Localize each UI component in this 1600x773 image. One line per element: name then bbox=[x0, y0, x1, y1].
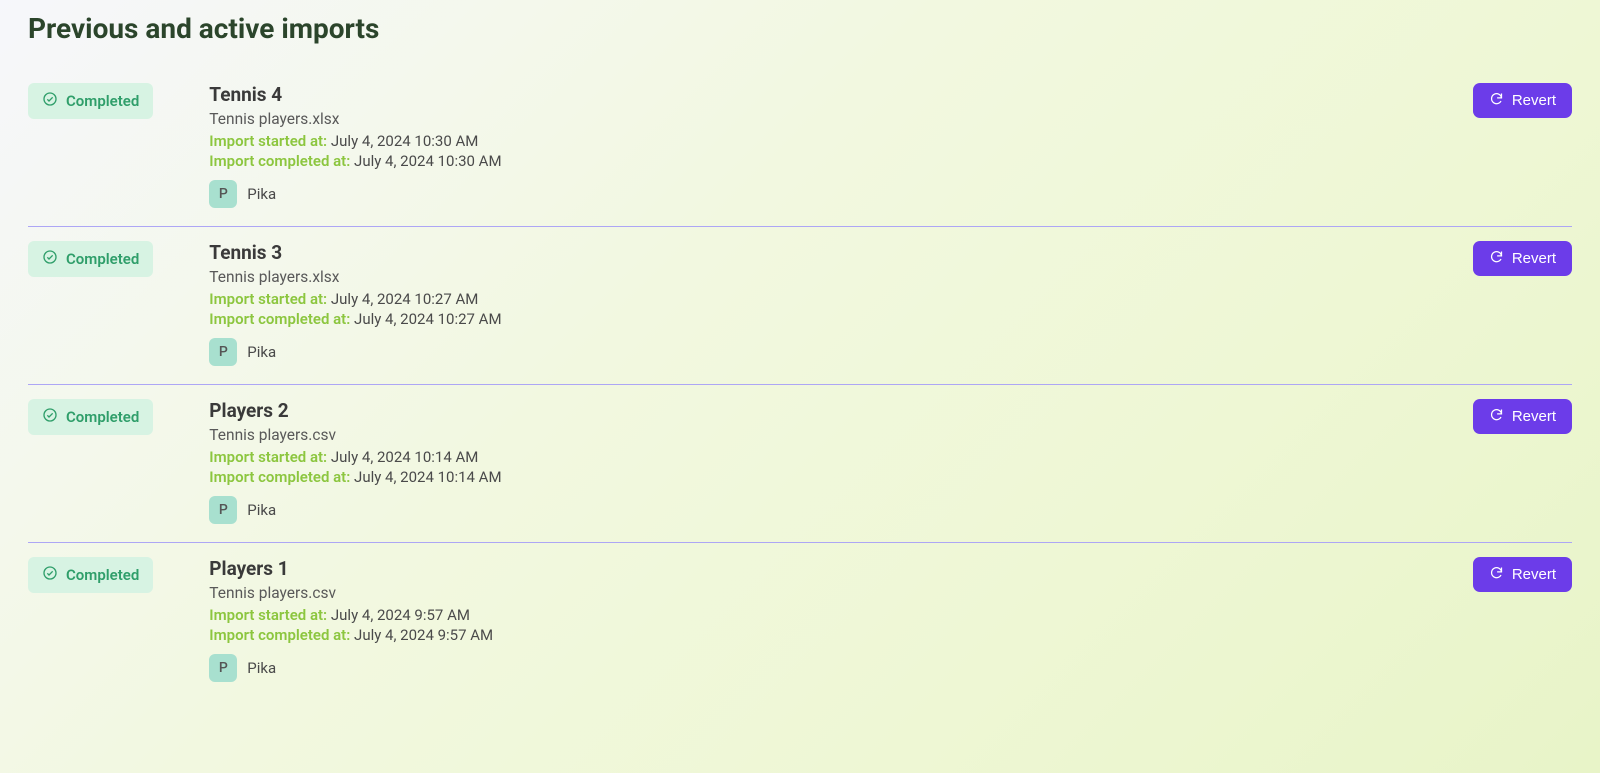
check-circle-icon bbox=[42, 407, 58, 427]
refresh-icon bbox=[1489, 91, 1504, 110]
status-label: Completed bbox=[66, 408, 139, 426]
revert-button[interactable]: Revert bbox=[1473, 399, 1572, 434]
import-row: Completed Players 2 Tennis players.csv I… bbox=[28, 385, 1572, 543]
refresh-icon bbox=[1489, 565, 1504, 584]
refresh-icon bbox=[1489, 249, 1504, 268]
import-title: Tennis 3 bbox=[209, 241, 1417, 264]
refresh-icon bbox=[1489, 407, 1504, 426]
status-badge: Completed bbox=[28, 241, 153, 277]
status-label: Completed bbox=[66, 92, 139, 110]
revert-button-label: Revert bbox=[1512, 92, 1556, 109]
revert-button[interactable]: Revert bbox=[1473, 241, 1572, 276]
import-completed-label: Import completed at: bbox=[209, 152, 350, 170]
revert-button-label: Revert bbox=[1512, 566, 1556, 583]
import-completed-value: July 4, 2024 9:57 AM bbox=[354, 626, 493, 644]
revert-button[interactable]: Revert bbox=[1473, 557, 1572, 592]
avatar: P bbox=[209, 654, 237, 682]
import-completed-label: Import completed at: bbox=[209, 626, 350, 644]
import-row: Completed Tennis 4 Tennis players.xlsx I… bbox=[28, 69, 1572, 227]
import-row: Completed Players 1 Tennis players.csv I… bbox=[28, 543, 1572, 700]
user-name: Pika bbox=[247, 659, 276, 677]
import-completed-label: Import completed at: bbox=[209, 310, 350, 328]
import-started-label: Import started at: bbox=[209, 448, 327, 466]
import-filename: Tennis players.csv bbox=[209, 584, 1417, 602]
revert-button-label: Revert bbox=[1512, 408, 1556, 425]
import-filename: Tennis players.xlsx bbox=[209, 268, 1417, 286]
import-title: Players 1 bbox=[209, 557, 1417, 580]
status-badge: Completed bbox=[28, 83, 153, 119]
revert-button-label: Revert bbox=[1512, 250, 1556, 267]
import-started-value: July 4, 2024 10:14 AM bbox=[331, 448, 479, 466]
import-started-label: Import started at: bbox=[209, 606, 327, 624]
import-completed-value: July 4, 2024 10:27 AM bbox=[354, 310, 502, 328]
avatar: P bbox=[209, 180, 237, 208]
status-badge: Completed bbox=[28, 399, 153, 435]
import-filename: Tennis players.xlsx bbox=[209, 110, 1417, 128]
user-name: Pika bbox=[247, 501, 276, 519]
import-completed-label: Import completed at: bbox=[209, 468, 350, 486]
status-badge: Completed bbox=[28, 557, 153, 593]
import-user: P Pika bbox=[209, 180, 1417, 208]
import-started-label: Import started at: bbox=[209, 132, 327, 150]
import-started-value: July 4, 2024 10:27 AM bbox=[331, 290, 479, 308]
import-title: Tennis 4 bbox=[209, 83, 1417, 106]
import-user: P Pika bbox=[209, 496, 1417, 524]
import-title: Players 2 bbox=[209, 399, 1417, 422]
imports-list: Completed Tennis 4 Tennis players.xlsx I… bbox=[28, 69, 1572, 700]
check-circle-icon bbox=[42, 91, 58, 111]
status-label: Completed bbox=[66, 250, 139, 268]
avatar: P bbox=[209, 338, 237, 366]
import-started-value: July 4, 2024 9:57 AM bbox=[331, 606, 470, 624]
import-completed-value: July 4, 2024 10:14 AM bbox=[354, 468, 502, 486]
import-row: Completed Tennis 3 Tennis players.xlsx I… bbox=[28, 227, 1572, 385]
import-completed-value: July 4, 2024 10:30 AM bbox=[354, 152, 502, 170]
page-title: Previous and active imports bbox=[28, 12, 1572, 45]
import-started-value: July 4, 2024 10:30 AM bbox=[331, 132, 479, 150]
status-label: Completed bbox=[66, 566, 139, 584]
user-name: Pika bbox=[247, 343, 276, 361]
import-user: P Pika bbox=[209, 654, 1417, 682]
user-name: Pika bbox=[247, 185, 276, 203]
import-filename: Tennis players.csv bbox=[209, 426, 1417, 444]
import-started-label: Import started at: bbox=[209, 290, 327, 308]
revert-button[interactable]: Revert bbox=[1473, 83, 1572, 118]
import-user: P Pika bbox=[209, 338, 1417, 366]
avatar: P bbox=[209, 496, 237, 524]
check-circle-icon bbox=[42, 565, 58, 585]
check-circle-icon bbox=[42, 249, 58, 269]
